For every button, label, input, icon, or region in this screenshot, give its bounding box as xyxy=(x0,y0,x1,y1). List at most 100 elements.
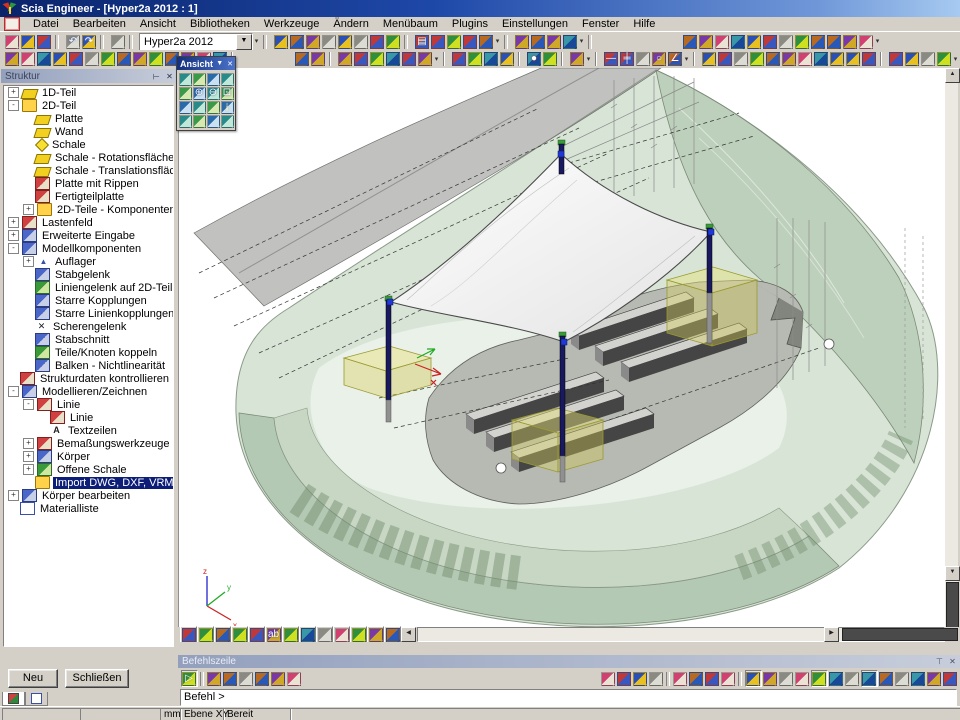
schliessen-button[interactable]: Schließen xyxy=(65,669,129,688)
tree-item-offene-schale[interactable]: +Offene Schale xyxy=(4,463,173,476)
label-toggle-icon-7[interactable] xyxy=(101,52,116,67)
new-document-icon[interactable] xyxy=(5,34,20,49)
draw-connector-icon[interactable] xyxy=(636,52,651,67)
column-grayed-icon[interactable] xyxy=(547,34,562,49)
label-toggle-icon-9[interactable] xyxy=(133,52,148,67)
zoom-window-icon[interactable]: ⊡ xyxy=(221,86,234,100)
project-combo[interactable]: Hyper2a 2012▼ xyxy=(139,33,253,51)
search-binoculars-icon[interactable] xyxy=(431,34,446,49)
expand-icon[interactable]: + xyxy=(23,256,34,267)
view-save-icon[interactable] xyxy=(889,52,904,67)
display-mode-icon-3[interactable] xyxy=(715,34,730,49)
viewport-hscrollbar[interactable]: ▶ xyxy=(417,627,945,642)
curve-edit-icon[interactable] xyxy=(721,671,736,686)
structure-tool-icon-2[interactable] xyxy=(718,52,733,67)
clip-none-icon[interactable] xyxy=(180,626,197,643)
group-dropdown-icon[interactable]: ▾ xyxy=(433,52,440,67)
grid-snap-icon[interactable] xyxy=(367,626,384,643)
display-mode-icon-2[interactable] xyxy=(699,34,714,49)
structure-tool-icon-7[interactable] xyxy=(798,52,813,67)
menu-item-bearbeiten[interactable]: Bearbeiten xyxy=(66,18,133,31)
rotate-icon[interactable] xyxy=(370,52,385,67)
tree-item-starre-linienkopplungen[interactable]: Starre Linienkopplungen xyxy=(4,307,173,320)
catalog-icon[interactable] xyxy=(306,34,321,49)
tree-item-linie[interactable]: Linie xyxy=(4,411,173,424)
label-toggle-icon-8[interactable] xyxy=(117,52,132,67)
group-dropdown-icon[interactable]: ▾ xyxy=(494,34,501,49)
tree-item-scherengelenk[interactable]: ✕Scherengelenk xyxy=(4,320,173,333)
tree-item-lastenfeld[interactable]: +Lastenfeld xyxy=(4,216,173,229)
structure-tool-icon-5[interactable] xyxy=(766,52,781,67)
fly-through-icon[interactable] xyxy=(543,52,558,67)
render-sphere-icon[interactable] xyxy=(354,34,369,49)
clip-active-icon[interactable] xyxy=(197,626,214,643)
tree-item-fertigteilplatte[interactable]: Fertigteilplatte xyxy=(4,190,173,203)
tree-item-platte[interactable]: Platte xyxy=(4,112,173,125)
layer-front-icon[interactable] xyxy=(452,52,467,67)
snap-grid-icon[interactable] xyxy=(763,671,778,686)
display-mode-icon-11[interactable] xyxy=(843,34,858,49)
snap-polygon-icon[interactable] xyxy=(861,670,878,687)
display-mode-icon-8[interactable] xyxy=(795,34,810,49)
display-mode-icon-6[interactable] xyxy=(763,34,778,49)
mirror-icon[interactable] xyxy=(386,52,401,67)
vertex-remove-icon[interactable] xyxy=(705,671,720,686)
expand-icon[interactable]: + xyxy=(8,490,19,501)
light-toggle-icon[interactable]: ¡ xyxy=(221,100,234,114)
document-system-menu-icon[interactable] xyxy=(4,17,20,31)
collapse-icon[interactable]: - xyxy=(8,386,19,397)
close-icon[interactable]: ✕ xyxy=(225,60,235,68)
structure-tool-icon-3[interactable] xyxy=(734,52,749,67)
color-palette-icon[interactable] xyxy=(515,34,530,49)
zoom-out-icon[interactable]: ⊖ xyxy=(207,86,220,100)
tree-item-liniengelenk-auf-2d-teil[interactable]: Liniengelenk auf 2D-Teil xyxy=(4,281,173,294)
draw-angle-icon[interactable]: ∠ xyxy=(668,52,683,67)
menu-item-plugins[interactable]: Plugins xyxy=(445,18,495,31)
draw-circle-icon[interactable]: ○ xyxy=(652,52,667,67)
select-clear-icon[interactable] xyxy=(649,671,664,686)
view-load-icon[interactable] xyxy=(905,52,920,67)
render-toggle-icon[interactable] xyxy=(282,626,299,643)
draw-line-icon[interactable]: — xyxy=(604,52,619,67)
menu-item-menbaum[interactable]: Menübaum xyxy=(376,18,445,31)
snap-line-grid-icon[interactable] xyxy=(779,671,794,686)
tree-item-1d-teil[interactable]: +1D-Teil xyxy=(4,86,173,99)
snap-folder-icon[interactable] xyxy=(927,671,942,686)
expand-icon[interactable]: + xyxy=(23,464,34,475)
menu-item-datei[interactable]: Datei xyxy=(26,18,66,31)
tree-item-stabgelenk[interactable]: Stabgelenk xyxy=(4,268,173,281)
model-viewport[interactable]: z y x xyxy=(178,68,946,627)
render-wire-icon[interactable] xyxy=(179,86,192,100)
tree-item-modellkomponenten[interactable]: -Modellkomponenten xyxy=(4,242,173,255)
perspective-icon[interactable] xyxy=(207,114,220,128)
axes-toggle-icon[interactable] xyxy=(316,626,333,643)
group-dropdown-icon[interactable]: ▾ xyxy=(683,52,690,67)
filter-icon-2[interactable] xyxy=(937,52,952,67)
tree-item-2d-teile-komponenten[interactable]: +2D-Teile - Komponenten xyxy=(4,203,173,216)
snap-orthogonal-icon[interactable] xyxy=(895,671,910,686)
tree-item-stabschnitt[interactable]: Stabschnitt xyxy=(4,333,173,346)
track-line-icon-3[interactable] xyxy=(287,671,302,686)
tree-item-starre-kopplungen[interactable]: Starre Kopplungen xyxy=(4,294,173,307)
view-top-icon[interactable] xyxy=(179,72,192,86)
select-group-icon[interactable] xyxy=(633,671,648,686)
snap-midpoint-icon[interactable] xyxy=(811,670,828,687)
expand-icon[interactable]: + xyxy=(23,204,34,215)
view-axo-icon[interactable] xyxy=(221,72,234,86)
menu-item-ndern[interactable]: Ändern xyxy=(326,18,375,31)
load-toggle-icon[interactable] xyxy=(231,626,248,643)
undo-icon[interactable]: ↶ xyxy=(66,34,81,49)
display-mode-icon-7[interactable] xyxy=(779,34,794,49)
picture-gallery-icon[interactable] xyxy=(447,34,462,49)
clipboard-icon[interactable] xyxy=(338,34,353,49)
menu-item-einstellungen[interactable]: Einstellungen xyxy=(495,18,575,31)
save-icon[interactable] xyxy=(37,34,52,49)
collapse-icon[interactable]: - xyxy=(8,243,19,254)
clip-box-icon[interactable] xyxy=(179,114,192,128)
structure-tool-icon-8[interactable] xyxy=(814,52,829,67)
viewport-vscrollbar[interactable]: ▲ ▼ xyxy=(945,68,958,627)
zoom-search-icon[interactable] xyxy=(531,34,546,49)
stretch-icon[interactable] xyxy=(402,52,417,67)
status-plane[interactable]: Ebene XY xyxy=(180,708,225,720)
snap-intersection-icon[interactable] xyxy=(845,671,860,686)
